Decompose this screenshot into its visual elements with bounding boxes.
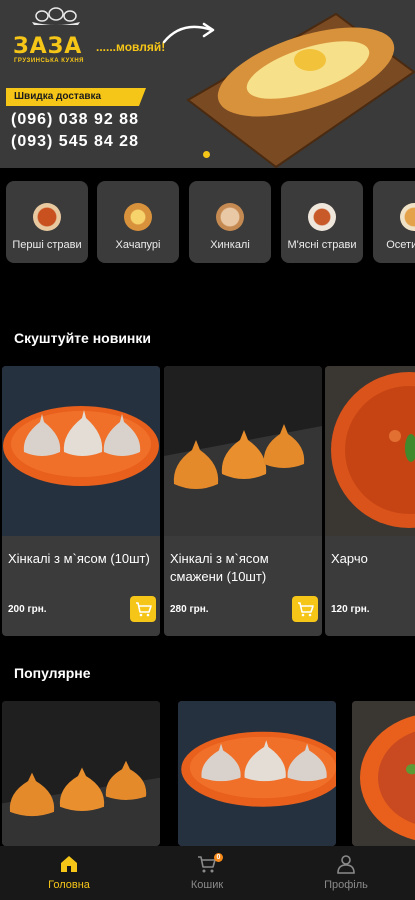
ossetian-pie-icon: [400, 203, 415, 231]
cart-count-badge: 0: [214, 853, 223, 862]
category-list: Перші страви Хачапурі Хинкалі М'ясні стр…: [0, 181, 415, 265]
section-title-new: Скуштуйте новинки: [14, 330, 151, 346]
brand-name: ЗАЗА: [13, 34, 83, 59]
category-first-courses[interactable]: Перші страви: [6, 181, 88, 263]
tab-cart-label: Кошик: [190, 879, 224, 891]
home-icon: [61, 856, 77, 872]
brand-slogan: ......мовляй!: [96, 40, 166, 54]
profile-icon: [337, 855, 355, 874]
section-title-popular: Популярне: [14, 665, 91, 681]
product-price: 200 грн.: [8, 604, 47, 615]
category-khinkali[interactable]: Хинкалі: [189, 181, 271, 263]
tab-profile-label: Профіль: [324, 879, 368, 891]
product-photo: [2, 366, 160, 536]
category-meat-dishes[interactable]: М'ясні страви: [281, 181, 363, 263]
popular-items-row: [0, 701, 415, 846]
bottom-tab-bar: Головна 0 Кошик Профіль: [0, 846, 415, 900]
meat-dish-icon: [308, 203, 336, 231]
popular-product-card[interactable]: [352, 701, 415, 846]
product-card[interactable]: Хінкалі з м`ясом (10шт) 200 грн.: [2, 366, 160, 636]
new-items-row: Хінкалі з м`ясом (10шт) 200 грн. Хінкалі…: [0, 366, 415, 636]
delivery-label: Швидка доставка: [6, 88, 146, 106]
category-label: Перші страви: [12, 239, 82, 251]
tab-profile[interactable]: Профіль: [277, 846, 415, 900]
category-ossetian[interactable]: Осетинські: [373, 181, 415, 263]
product-photo: [325, 366, 415, 536]
phone-number-2[interactable]: (093) 545 84 28: [11, 133, 139, 151]
popular-product-card[interactable]: [2, 701, 160, 846]
khachapuri-icon: [124, 203, 152, 231]
soup-icon: [33, 203, 61, 231]
product-card[interactable]: Харчо 120 грн.: [325, 366, 415, 636]
tab-cart[interactable]: 0 Кошик: [138, 846, 276, 900]
product-photo: [2, 701, 160, 846]
product-name[interactable]: Харчо: [331, 550, 415, 568]
khachapuri-photo: [186, 12, 415, 168]
product-name[interactable]: Хінкалі з м`ясом смажени (10шт): [170, 550, 314, 586]
product-price: 120 грн.: [331, 604, 370, 615]
tab-home[interactable]: Головна: [0, 846, 138, 900]
product-photo: [164, 366, 322, 536]
phone-number-1[interactable]: (096) 038 92 88: [11, 111, 139, 129]
category-label: Осетинські: [386, 239, 415, 251]
cart-icon: [136, 602, 152, 617]
product-photo: [352, 701, 415, 846]
add-to-cart-button[interactable]: [292, 596, 318, 622]
product-name[interactable]: Хінкалі з м`ясом (10шт): [8, 550, 152, 568]
category-label: Хинкалі: [210, 239, 250, 251]
category-label: М'ясні страви: [287, 239, 357, 251]
product-price: 280 грн.: [170, 604, 209, 615]
promo-banner[interactable]: ЗАЗА ......мовляй! ГРУЗИНСЬКА КУХНЯ Швид…: [0, 0, 415, 168]
category-label: Хачапурі: [115, 239, 161, 251]
dishes-logo-icon: [32, 7, 80, 25]
category-khachapuri[interactable]: Хачапурі: [97, 181, 179, 263]
product-card[interactable]: Хінкалі з м`ясом смажени (10шт) 280 грн.: [164, 366, 322, 636]
popular-product-card[interactable]: [178, 701, 336, 846]
tab-home-label: Головна: [48, 879, 90, 891]
cart-icon: [298, 602, 314, 617]
carousel-dot-active[interactable]: [203, 151, 210, 158]
khinkali-icon: [216, 203, 244, 231]
brand-tagline: ГРУЗИНСЬКА КУХНЯ: [14, 58, 84, 64]
product-photo: [178, 701, 336, 846]
add-to-cart-button[interactable]: [130, 596, 156, 622]
